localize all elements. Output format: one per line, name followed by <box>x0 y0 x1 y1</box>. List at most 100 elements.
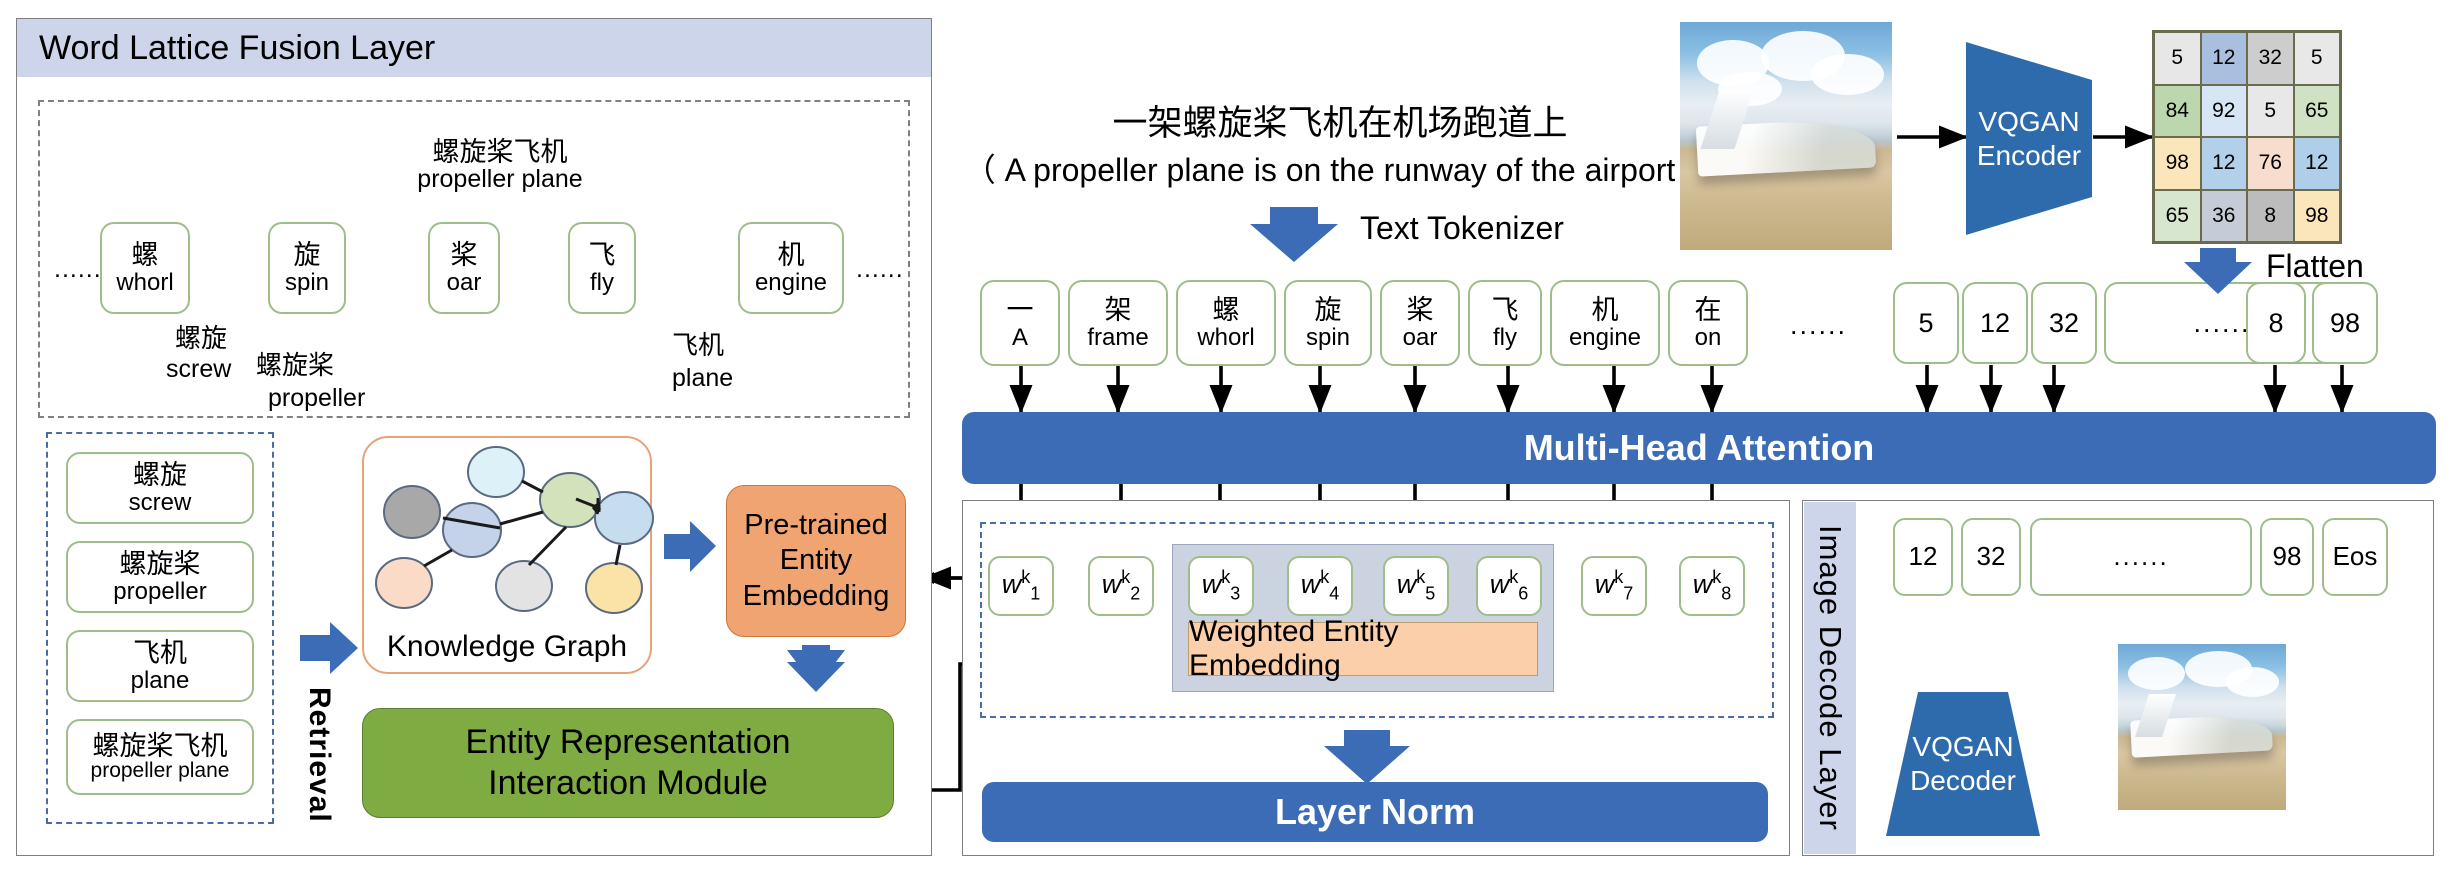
image-token-0[interactable]: 5 <box>1893 282 1959 364</box>
entity-item-propeller[interactable]: 螺旋桨 propeller <box>66 541 254 613</box>
pte-line-3: Embedding <box>742 579 890 612</box>
text-token-1-cn: 架 <box>1104 295 1132 326</box>
vq-code-cell: 92 <box>2200 84 2247 137</box>
vq-code-cell: 8 <box>2247 189 2294 242</box>
image-token-5[interactable]: 98 <box>2312 282 2378 364</box>
vq-code-cell: 5 <box>2154 32 2201 85</box>
layer-norm-bar[interactable]: Layer Norm <box>982 782 1768 842</box>
w-token-2[interactable]: wk2 <box>1088 556 1154 616</box>
text-token-1[interactable]: 架 frame <box>1068 280 1168 366</box>
vq-code-cell: 32 <box>2247 32 2294 85</box>
lattice-node-fly-cn: 飞 <box>588 240 616 271</box>
lattice-node-fly[interactable]: 飞 fly <box>568 222 636 314</box>
text-token-5[interactable]: 飞 fly <box>1468 280 1542 366</box>
caption-english: （ A propeller plane is on the runway of … <box>963 152 1717 188</box>
vqgan-decoder-line-1: VQGAN <box>1912 731 2014 763</box>
arc-label-propeller-plane-cn: 螺旋桨飞机 <box>432 137 568 167</box>
lattice-node-oar[interactable]: 桨 oar <box>428 222 500 314</box>
w-token-5-label: wk5 <box>1396 567 1436 604</box>
diagram-root: Word Lattice Fusion Layer 螺旋桨飞机 propelle… <box>0 0 2450 872</box>
image-decode-layer-label-bar: Image Decode Layer <box>1804 502 1856 854</box>
image-decode-layer-label: Image Decode Layer <box>1813 525 1848 831</box>
entity-item-propeller-en: propeller <box>113 577 207 605</box>
entity-representation-interaction-module[interactable]: Entity Representation Interaction Module <box>362 708 894 818</box>
vqgan-encoder-label: VQGAN Encoder <box>1966 98 2092 180</box>
w-token-4[interactable]: wk4 <box>1287 556 1353 616</box>
entity-item-propeller-plane-cn: 螺旋桨飞机 <box>92 730 228 761</box>
entity-item-plane-en: plane <box>130 666 190 694</box>
lattice-node-spin-en: spin <box>284 268 330 296</box>
text-token-7[interactable]: 在 on <box>1668 280 1748 366</box>
decoded-token-3[interactable]: 98 <box>2260 518 2314 596</box>
arc-label-screw-en: screw <box>166 355 232 383</box>
decoded-token-0-value: 12 <box>1908 541 1938 572</box>
lattice-node-engine-cn: 机 <box>777 240 805 271</box>
text-token-4-cn: 桨 <box>1406 295 1434 326</box>
image-token-2-value: 32 <box>2048 307 2080 338</box>
decoded-token-0[interactable]: 12 <box>1893 518 1953 596</box>
weighted-entity-embedding-label: Weighted Entity Embedding <box>1189 615 1399 682</box>
lattice-node-engine-en: engine <box>754 268 828 296</box>
entity-item-screw-en: screw <box>128 488 192 516</box>
text-tokenizer-label: Text Tokenizer <box>1360 210 1564 246</box>
vq-code-cell: 36 <box>2200 189 2247 242</box>
image-token-4-value: 8 <box>2268 307 2284 338</box>
output-image <box>2118 644 2286 810</box>
lattice-node-fly-en: fly <box>590 268 614 296</box>
entity-item-propeller-plane[interactable]: 螺旋桨飞机 propeller plane <box>66 719 254 795</box>
text-token-3-cn: 旋 <box>1314 295 1342 326</box>
decoded-token-ellipsis[interactable]: ...... <box>2030 518 2252 596</box>
w-token-3-label: wk3 <box>1201 567 1241 604</box>
text-token-2[interactable]: 螺 whorl <box>1176 280 1276 366</box>
text-token-4[interactable]: 桨 oar <box>1380 280 1460 366</box>
retrieval-label-wrap: Retrieval <box>296 680 342 830</box>
entity-item-plane-cn: 飞机 <box>133 638 187 669</box>
arc-label-propeller-cn: 螺旋桨 <box>256 350 335 380</box>
image-token-4[interactable]: 8 <box>2246 282 2306 364</box>
w-token-3[interactable]: wk3 <box>1188 556 1254 616</box>
w-token-5[interactable]: wk5 <box>1383 556 1449 616</box>
arc-label-propeller-plane-en: propeller plane <box>417 165 583 193</box>
text-token-6-en: engine <box>1568 323 1642 351</box>
text-token-5-en: fly <box>1493 323 1517 351</box>
w-token-8-label: wk8 <box>1692 567 1732 604</box>
entity-item-screw[interactable]: 螺旋 screw <box>66 452 254 524</box>
multi-head-attention-bar[interactable]: Multi-Head Attention <box>962 412 2436 484</box>
text-token-2-cn: 螺 <box>1212 295 1240 326</box>
image-token-ellipsis-value: ...... <box>2193 307 2251 338</box>
lattice-node-engine[interactable]: 机 engine <box>738 222 844 314</box>
decoded-token-4[interactable]: Eos <box>2322 518 2388 596</box>
image-token-0-value: 5 <box>1918 307 1934 338</box>
decoded-token-1[interactable]: 32 <box>1961 518 2021 596</box>
weighted-entity-embedding-block[interactable]: Weighted Entity Embedding <box>1188 615 1538 682</box>
vq-code-cell: 98 <box>2154 137 2201 190</box>
entity-item-plane[interactable]: 飞机 plane <box>66 630 254 702</box>
flatten-label: Flatten <box>2266 248 2364 284</box>
image-token-2[interactable]: 32 <box>2031 282 2097 364</box>
page-title: Word Lattice Fusion Layer <box>39 28 436 67</box>
input-image <box>1680 22 1892 250</box>
erim-line-1: Entity Representation <box>465 722 791 761</box>
lattice-node-whorl[interactable]: 螺 whorl <box>100 222 190 314</box>
w-token-6[interactable]: wk6 <box>1476 556 1542 616</box>
w-token-8[interactable]: wk8 <box>1679 556 1745 616</box>
entity-item-propeller-cn: 螺旋桨 <box>119 549 201 580</box>
image-token-1[interactable]: 12 <box>1962 282 2028 364</box>
text-token-6[interactable]: 机 engine <box>1550 280 1660 366</box>
arc-label-plane-cn: 飞机 <box>672 330 725 360</box>
token-ellipsis: ...... <box>1790 310 1848 340</box>
text-token-0[interactable]: 一 A <box>980 280 1060 366</box>
vqgan-decoder-line-2: Decoder <box>1910 765 2016 796</box>
decoded-token-1-value: 32 <box>1976 541 2006 572</box>
pretrained-entity-embedding-block[interactable]: Pre-trained Entity Embedding <box>726 485 906 637</box>
w-token-1[interactable]: wk1 <box>988 556 1054 616</box>
arc-label-screw-cn: 螺旋 <box>175 323 228 353</box>
text-token-3[interactable]: 旋 spin <box>1284 280 1372 366</box>
lattice-node-spin[interactable]: 旋 spin <box>268 222 346 314</box>
lattice-node-oar-cn: 桨 <box>450 240 478 271</box>
lattice-node-whorl-cn: 螺 <box>131 240 159 271</box>
decoded-token-4-value: Eos <box>2332 541 2378 572</box>
w-token-7-label: wk7 <box>1594 567 1634 604</box>
w-token-7[interactable]: wk7 <box>1581 556 1647 616</box>
retrieval-label: Retrieval <box>303 687 336 823</box>
